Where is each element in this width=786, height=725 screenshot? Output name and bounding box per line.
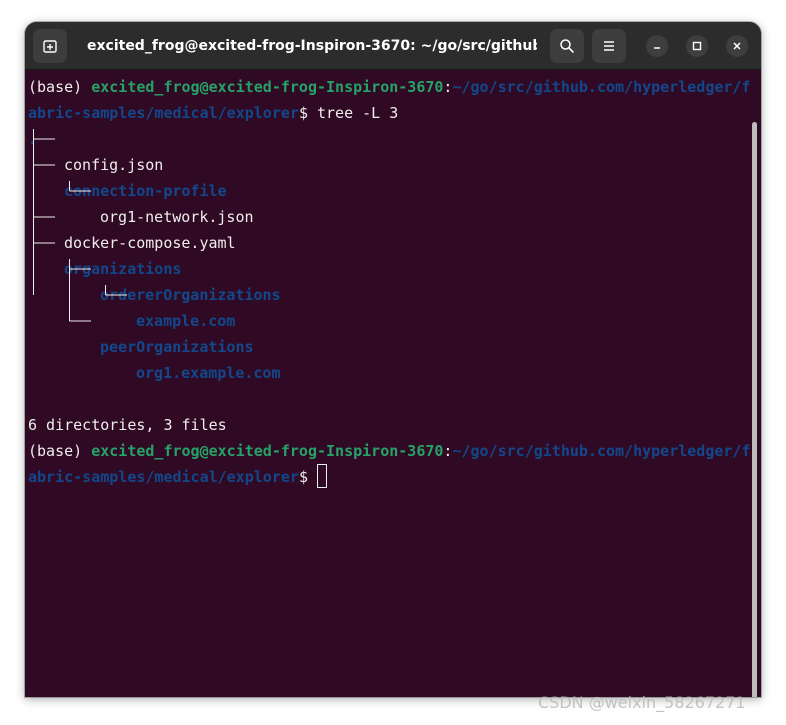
prompt-path-continued: abric-samples/medical/explorer xyxy=(28,104,299,122)
tree-item: peerOrganizations xyxy=(28,334,748,360)
tree-item-file: docker-compose.yaml xyxy=(64,234,236,252)
tree-item: ordererOrganizations xyxy=(28,282,748,308)
tree-item-dir: example.com xyxy=(136,312,236,330)
maximize-button[interactable] xyxy=(686,35,708,57)
minimize-icon xyxy=(654,47,660,49)
tree-item: organizations xyxy=(28,256,748,282)
tree-item: docker-compose.yaml xyxy=(28,230,748,256)
tree-item: org1.example.com xyxy=(28,360,748,386)
tree-item-dir: organizations xyxy=(64,260,182,278)
prompt-line: (base) excited_frog@excited-frog-Inspiro… xyxy=(28,438,751,464)
watermark-text: CSDN @weixin_58267271 xyxy=(538,693,746,712)
menu-button[interactable] xyxy=(592,29,626,63)
maximize-icon xyxy=(692,41,702,51)
prompt-path: ~/go/src/github.com/hyperledger/f xyxy=(452,442,751,460)
title-bar: excited_frog@excited-frog-Inspiron-3670:… xyxy=(25,22,761,70)
tree-item-file: org1-network.json xyxy=(100,208,254,226)
prompt-line-continued: abric-samples/medical/explorer$ xyxy=(28,464,748,490)
search-button[interactable] xyxy=(550,29,584,63)
tree-item-dir: ordererOrganizations xyxy=(100,286,281,304)
terminal-window: excited_frog@excited-frog-Inspiron-3670:… xyxy=(25,22,761,697)
tree-item-file: config.json xyxy=(64,156,164,174)
summary-text: 6 directories, 3 files xyxy=(28,416,227,434)
tree-summary: 6 directories, 3 files xyxy=(28,412,748,438)
tree-root-label: . xyxy=(28,130,38,148)
terminal-area[interactable]: (base) excited_frog@excited-frog-Inspiro… xyxy=(25,70,761,697)
close-icon xyxy=(733,42,741,50)
tree-item: connection-profile xyxy=(28,178,748,204)
prompt-path: ~/go/src/github.com/hyperledger/f xyxy=(452,78,751,96)
prompt-user-host: excited_frog@excited-frog-Inspiron-3670 xyxy=(91,78,444,96)
text-cursor xyxy=(317,464,327,488)
minimize-button[interactable] xyxy=(646,35,668,57)
prompt-dollar: $ xyxy=(298,104,317,122)
tree-item-dir: connection-profile xyxy=(64,182,227,200)
tree-item: config.json xyxy=(28,152,748,178)
terminal-output: (base) excited_frog@excited-frog-Inspiro… xyxy=(28,74,751,490)
new-tab-icon xyxy=(43,40,57,53)
tree-item: example.com xyxy=(28,308,748,334)
tree-root: . xyxy=(28,126,748,152)
tree-item-dir: org1.example.com xyxy=(136,364,281,382)
prompt-path-continued: abric-samples/medical/explorer xyxy=(28,468,299,486)
prompt-line: (base) excited_frog@excited-frog-Inspiro… xyxy=(28,74,751,100)
command-text: tree -L 3 xyxy=(317,104,399,122)
close-button[interactable] xyxy=(726,35,748,57)
tree-item-dir: peerOrganizations xyxy=(100,338,254,356)
scrollbar[interactable] xyxy=(752,122,757,697)
prompt-line-continued: abric-samples/medical/explorer$ tree -L … xyxy=(28,100,748,126)
prompt-env: (base) xyxy=(28,78,92,96)
new-tab-button[interactable] xyxy=(33,29,67,63)
prompt-dollar: $ xyxy=(298,468,317,486)
tree-item: org1-network.json xyxy=(28,204,748,230)
prompt-env: (base) xyxy=(28,442,92,460)
hamburger-menu-icon xyxy=(604,41,614,51)
search-icon xyxy=(560,39,574,53)
prompt-user-host: excited_frog@excited-frog-Inspiron-3670 xyxy=(91,442,444,460)
window-title: excited_frog@excited-frog-Inspiron-3670:… xyxy=(87,38,537,54)
